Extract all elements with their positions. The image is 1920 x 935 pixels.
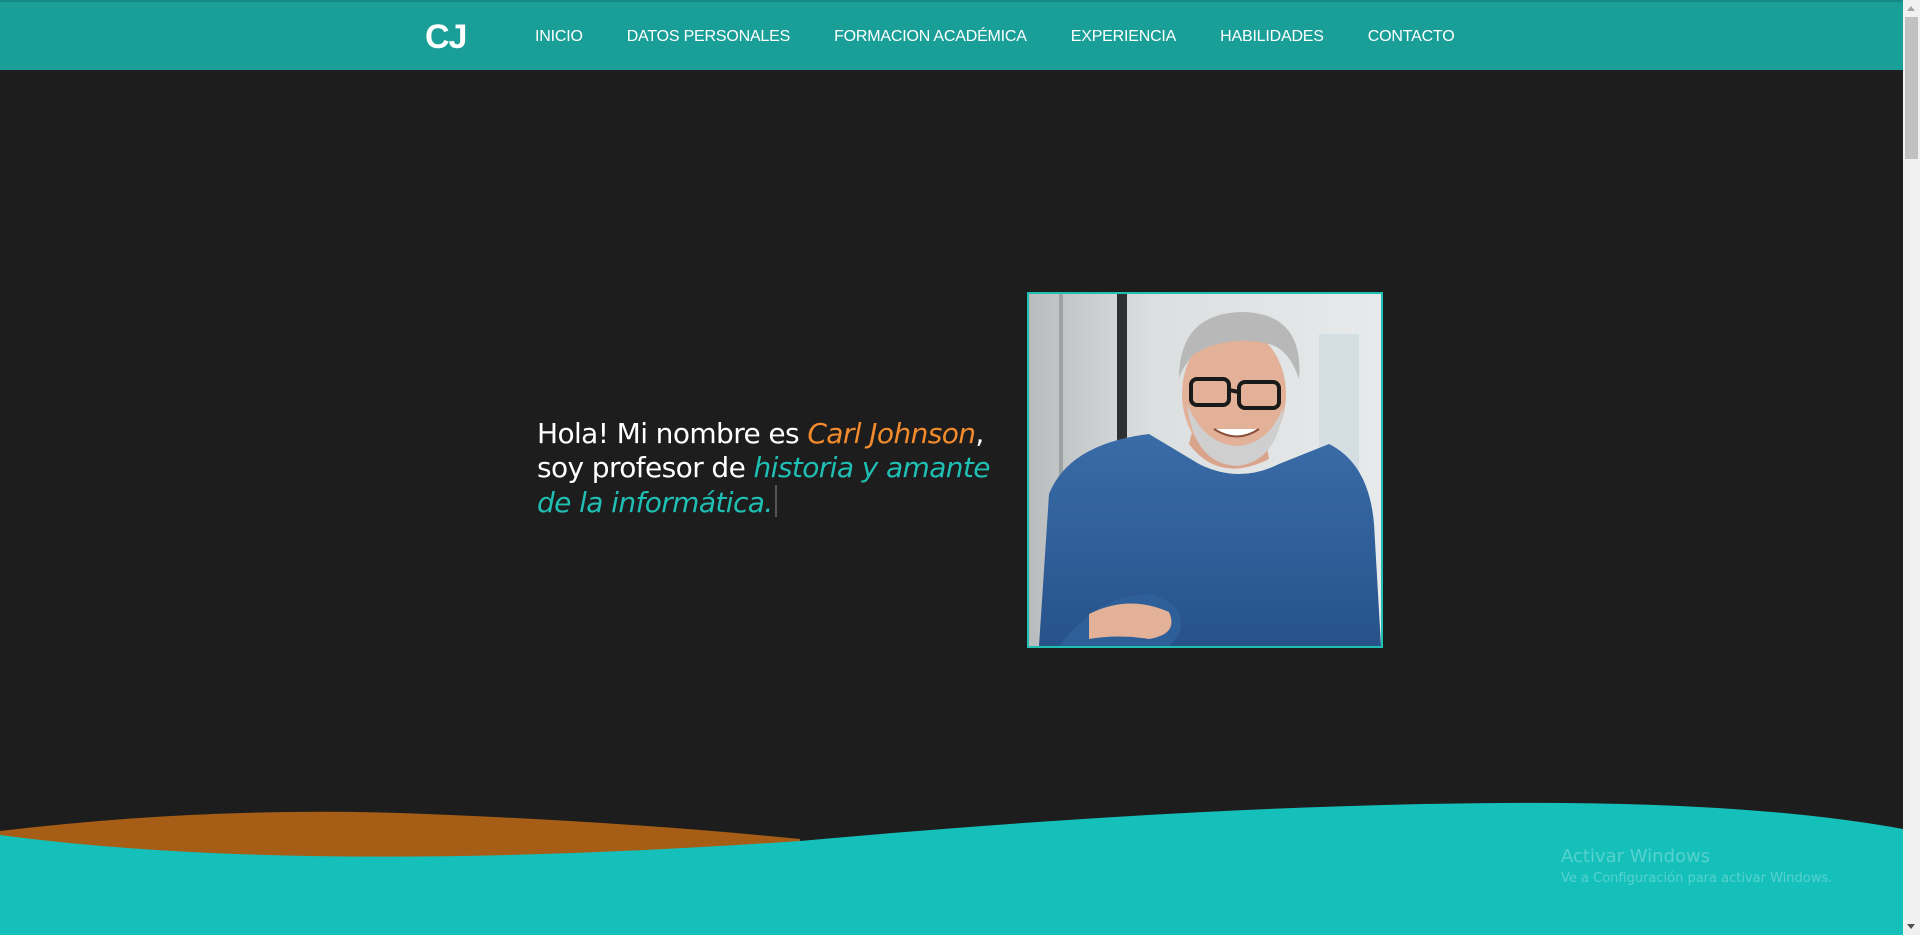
watermark-subtitle: Ve a Configuración para activar Windows. bbox=[1561, 871, 1833, 886]
scrollbar-thumb[interactable] bbox=[1905, 17, 1918, 159]
nav-links: INICIO DATOS PERSONALES FORMACION ACADÉM… bbox=[535, 28, 1455, 46]
hero-middle: soy profesor de bbox=[537, 451, 754, 484]
nav-link-datos-personales[interactable]: DATOS PERSONALES bbox=[627, 28, 791, 46]
scroll-down-arrow-icon[interactable] bbox=[1907, 924, 1915, 929]
page-scrollbar[interactable] bbox=[1903, 0, 1920, 935]
nav-link-contacto[interactable]: CONTACTO bbox=[1368, 28, 1455, 46]
site-logo[interactable]: CJ bbox=[425, 18, 467, 57]
hero-greeting: Hola! Mi nombre es bbox=[537, 417, 808, 450]
nav-link-habilidades[interactable]: HABILIDADES bbox=[1220, 28, 1324, 46]
hero-name: Carl Johnson bbox=[807, 417, 976, 450]
profile-photo bbox=[1027, 292, 1383, 648]
windows-activation-watermark: Activar Windows Ve a Configuración para … bbox=[1561, 846, 1832, 886]
hero-intro-text: Hola! Mi nombre es Carl Johnson, soy pro… bbox=[537, 417, 1007, 520]
hero-comma: , bbox=[975, 417, 984, 450]
scroll-up-arrow-icon[interactable] bbox=[1907, 6, 1915, 11]
watermark-title: Activar Windows bbox=[1561, 846, 1711, 867]
nav-link-formacion-academica[interactable]: FORMACION ACADÉMICA bbox=[834, 28, 1027, 46]
profile-photo-illustration bbox=[1029, 294, 1381, 646]
typing-cursor bbox=[774, 485, 777, 517]
top-navbar: CJ INICIO DATOS PERSONALES FORMACION ACA… bbox=[0, 0, 1903, 70]
nav-link-inicio[interactable]: INICIO bbox=[535, 28, 583, 46]
nav-link-experiencia[interactable]: EXPERIENCIA bbox=[1071, 28, 1177, 46]
